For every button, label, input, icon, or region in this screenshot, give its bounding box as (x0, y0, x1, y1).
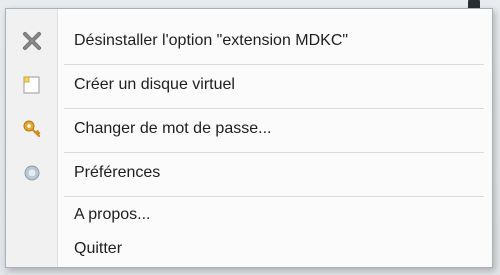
menu-item-label: Préférences (74, 164, 161, 181)
key-icon (20, 117, 44, 141)
close-x-icon (20, 29, 44, 53)
menu-item-label: A propos... (74, 206, 151, 223)
menu-item-uninstall-extension[interactable]: Désinstaller l'option "extension MDKC" (6, 21, 492, 61)
menu-item-change-password[interactable]: Changer de mot de passe... (6, 109, 492, 149)
gear-icon (20, 161, 44, 185)
menu-item-label: Quitter (74, 240, 123, 257)
menu-item-quit[interactable]: Quitter (6, 229, 492, 269)
menu-item-create-virtual-disk[interactable]: Créer un disque virtuel (6, 65, 492, 105)
new-document-icon (20, 73, 44, 97)
context-menu: Désinstaller l'option "extension MDKC" C… (5, 8, 493, 268)
menu-item-label: Créer un disque virtuel (74, 76, 235, 93)
menu-item-label: Changer de mot de passe... (74, 120, 272, 137)
menu-item-preferences[interactable]: Préférences (6, 153, 492, 193)
menu-item-label: Désinstaller l'option "extension MDKC" (74, 32, 349, 49)
